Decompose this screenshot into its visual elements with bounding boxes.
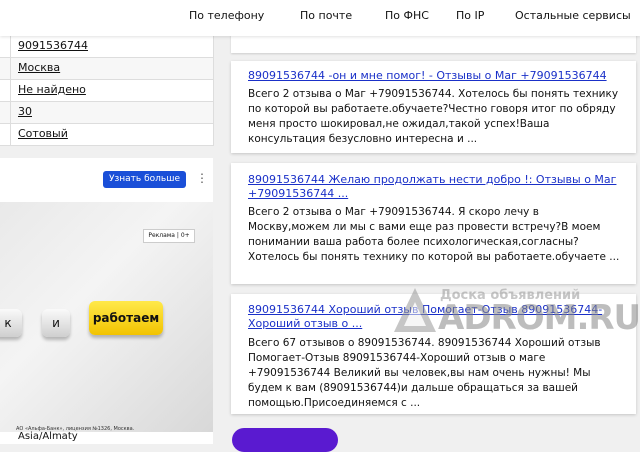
operator-value[interactable]: Не найдено bbox=[18, 83, 86, 96]
table-row: 9091536744 bbox=[0, 36, 213, 58]
table-row: Сотовый bbox=[0, 124, 213, 146]
result-snippet: Всего 2 отзыва о Маг +79091536744. Я ско… bbox=[248, 206, 620, 263]
table-row: Не найдено bbox=[0, 80, 213, 102]
nav-by-fns[interactable]: По ФНС bbox=[385, 9, 429, 22]
phone-number-value[interactable]: 9091536744 bbox=[18, 39, 88, 52]
table-row: Москва bbox=[0, 58, 213, 80]
result-card: 89091536744 Хороший отзыв Помогает-Отзыв… bbox=[231, 294, 636, 414]
nav-by-ip[interactable]: По IP bbox=[456, 9, 484, 22]
nav-by-email[interactable]: По почте bbox=[300, 9, 352, 22]
result-snippet: Всего 2 отзыва о Маг +79091536744. Хотел… bbox=[248, 88, 619, 145]
keycap-i: и bbox=[42, 309, 70, 337]
result-card: 89091536744 Желаю продолжать нести добро… bbox=[231, 163, 636, 284]
action-button[interactable] bbox=[232, 428, 338, 452]
nav-by-phone[interactable]: По телефону bbox=[189, 9, 264, 22]
type-value[interactable]: Сотовый bbox=[18, 127, 68, 140]
result-card: 89091536744 -он и мне помог! - Отзывы о … bbox=[231, 61, 636, 153]
table-row: 30 bbox=[0, 102, 213, 124]
ad-block[interactable]: Узнать больше ⋮ Реклама | 0+ к и работае… bbox=[0, 158, 213, 444]
ad-label-badge: Реклама | 0+ bbox=[143, 229, 195, 243]
learn-more-button[interactable]: Узнать больше bbox=[103, 171, 186, 188]
timezone-text: Asia/Almaty bbox=[18, 431, 78, 442]
ad-image[interactable]: Реклама | 0+ к и работаем АО «Альфа-Банк… bbox=[0, 202, 213, 432]
region-value[interactable]: Москва bbox=[18, 61, 60, 74]
code-value[interactable]: 30 bbox=[18, 105, 32, 118]
result-title-link[interactable]: 89091536744 Хороший отзыв Помогает-Отзыв… bbox=[248, 303, 628, 331]
keycap-rabotaem: работаем bbox=[89, 301, 163, 335]
phone-info-table: 9091536744 Москва Не найдено 30 Сотовый bbox=[0, 36, 214, 146]
result-title-link[interactable]: 89091536744 -он и мне помог! - Отзывы о … bbox=[248, 69, 628, 83]
result-title-link[interactable]: 89091536744 Желаю продолжать нести добро… bbox=[248, 173, 628, 201]
top-navigation: По телефону По почте По ФНС По IP Осталь… bbox=[0, 0, 640, 36]
more-vertical-icon[interactable]: ⋮ bbox=[196, 171, 208, 185]
keycap-k: к bbox=[0, 309, 22, 337]
result-snippet: Всего 67 отзывов о 89091536744. 89091536… bbox=[248, 337, 601, 409]
nav-other-services[interactable]: Остальные сервисы bbox=[515, 9, 631, 22]
timezone-row: Asia/Almaty bbox=[0, 431, 213, 444]
